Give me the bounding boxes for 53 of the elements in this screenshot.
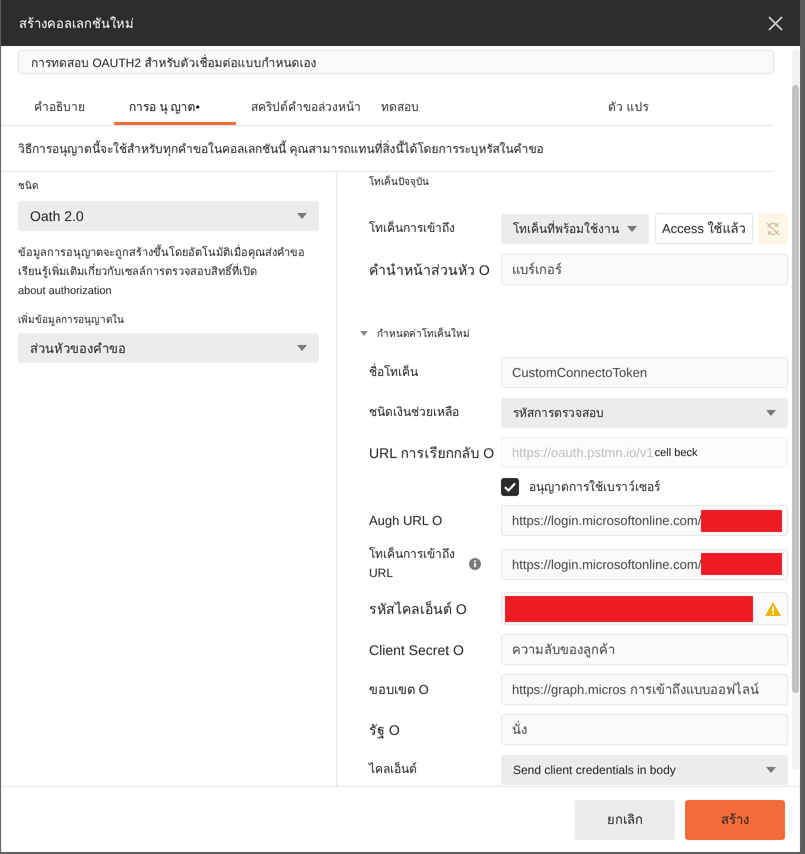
field-label: ชื่อโทเค็น [369,363,418,381]
field-label: Augh URL O [369,512,442,530]
tab[interactable]: การอ นุ ญาต• [114,90,236,125]
section-toggle[interactable]: กำหนดค่าโทเค็นใหม่ [360,323,470,343]
text-field[interactable]: ความลับของลูกค้า [501,634,788,665]
caret-icon [766,766,776,772]
create-button[interactable]: สร้าง [685,800,785,840]
field-label: คำนำหน้าส่วนหัว O [369,260,490,280]
field-label: ชนิดเงินช่วยเหลือ [369,404,459,421]
field-label: โทเค็นการเข้าถึง [369,220,455,237]
token-button[interactable]: Access ใช้แล้ว [655,213,753,244]
tab[interactable]: ทดสอบ [366,90,593,125]
checkbox[interactable] [501,478,519,496]
auth-description: วิธีการอนุญาตนี้จะใช้สำหรับทุกคำขอในคอลเลกชันนี้ คุณสามารถแทนที่สิ่งนี้ได้โดยการระบุหรัสในคำขอ [1,126,774,172]
field-label: ไคลเอ็นต์ [369,760,417,778]
text-field[interactable]: https://login.microsoftonline.com/ [501,505,788,536]
field-label: โทเค็นการเข้าถึง URL [369,546,455,582]
field-label: URL การเรียกกลับ O [369,444,494,462]
field-label: รหัสไคลเอ็นต์ O [369,600,467,618]
close-icon[interactable] [768,16,783,30]
text-field[interactable]: CustomConnectoToken [501,357,788,388]
collection-name-field[interactable]: การทดสอบ OAUTH2 สำหรับตัวเชื่อมต่อแบบกำหนดเอง [18,50,774,74]
caret-icon [297,345,307,351]
field-label: รัฐ O [369,720,400,740]
add-auth-dropdown[interactable]: ส่วนหัวของคำขอ [18,333,319,363]
cancel-button[interactable]: ยกเลิก [575,800,675,840]
select-dropdown[interactable]: Send client credentials in body [501,754,788,784]
field-label: ชนิด [18,180,38,194]
tab[interactable]: ตัว แปร [593,90,774,125]
checkbox-label: อนุญาตการใช้เบราว์เซอร์ [529,479,660,496]
field-label: ขอบเขต O [369,681,429,699]
field-label: เพิ่มข้อมูลการอนุญาตใน [18,314,124,328]
auth-info-text: ข้อมูลการอนุญาตจะถูกสร้างขึ้นโดยอัตโนมัติเมื่อคุณส่งคำขอ เรียนรู้เพิ่มเติมเกี่ยวกับเซลล์การตรวจสอบสิทธิ์ที่เปิด about authorization [18,244,327,301]
caret-icon [766,410,776,416]
tab[interactable]: คำอธิบาย [19,90,114,125]
caret-icon [627,226,637,232]
tab[interactable]: สคริปต์คำขอล่วงหน้า [236,90,366,125]
text-field[interactable]: นั่ง [501,714,788,745]
scrollbar-thumb[interactable] [792,85,799,693]
info-icon[interactable] [469,558,481,570]
text-field[interactable]: https://graph.micros การเข้าถึงแบบออฟไลน์ [501,674,788,705]
dialog-title: สร้างคอลเลกชันใหม่ [19,14,134,32]
token-dropdown[interactable]: โทเค็นที่พร้อมใช้งาน [501,214,649,244]
text-field[interactable]: แบร์เกอร์ [501,254,788,285]
caret-icon [297,213,307,219]
select-dropdown[interactable]: รหัสการตรวจสอบ [501,398,788,428]
auth-type-dropdown[interactable]: Oath 2.0 [18,201,319,231]
text-field[interactable]: https://login.microsoftonline.com/ [501,548,788,580]
text-field[interactable] [501,592,788,625]
url-suffix: cell beck [654,446,698,458]
caret-icon [360,330,368,336]
field-label: Client Secret O [369,640,464,660]
section-heading: โทเค็นปัจจุบัน [369,176,429,190]
